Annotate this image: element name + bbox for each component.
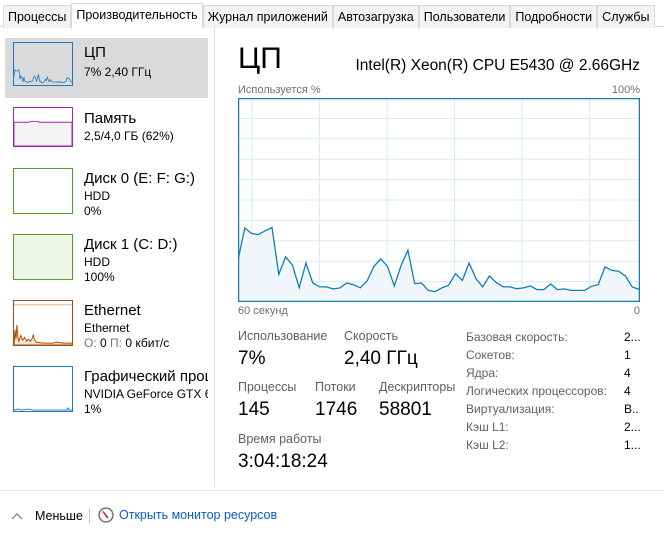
usage-label: Использование [238,329,328,343]
cpu-thumb-line [14,68,72,84]
processes-value: 145 [238,399,270,420]
sidebar-item-sub: Ethernet [84,321,130,335]
receive-value: 0 кбит/с [121,336,170,350]
cpu-model: Intel(R) Xeon(R) CPU E5430 @ 2.66GHz [355,57,640,74]
tab-bar: Процессы Производительность Журнал прило… [0,0,664,28]
spec-value: 1 [624,348,631,362]
sidebar-item-label: Диск 0 (E: F: G:) [84,170,195,187]
chevron-up-icon [11,513,23,520]
spec-key: Ядра: [466,366,499,380]
resource-monitor-label: Открыть монитор ресурсов [119,508,278,522]
tab-app-history[interactable]: Журнал приложений [202,5,333,28]
graph-right-label: 0 [633,305,640,317]
open-resource-monitor-link[interactable]: Открыть монитор ресурсов [98,507,277,523]
sidebar-item-sub: HDD [84,255,110,269]
uptime-value: 3:04:18:24 [238,451,328,472]
spec-value: 4 [624,384,631,398]
divider [89,508,90,524]
spec-key: Кэш L1: [466,420,509,434]
sidebar-item-label: ЦП [84,44,106,61]
tab-performance[interactable]: Производительность [71,3,203,28]
send-label: О: [84,336,97,350]
resource-monitor-icon [98,507,114,523]
graph-y-label: Используется % [238,84,321,96]
spec-value: 2... [624,420,641,434]
spec-value: 1... [624,438,641,452]
cpu-usage-chart [238,98,640,302]
sidebar: ЦП 7% 2,40 ГГц Память 2,5/4,0 ГБ (62%) Д… [0,27,215,487]
spec-key: Сокетов: [466,348,515,362]
receive-label: П: [110,336,122,350]
processes-label: Процессы [238,380,297,394]
send-value: 0 [96,336,111,350]
sidebar-item-label: Диск 1 (C: D:) [84,236,178,253]
uptime-label: Время работы [238,432,322,446]
sidebar-item-cpu[interactable]: ЦП 7% 2,40 ГГц [5,38,208,98]
sidebar-item-label: Память [84,110,137,127]
sidebar-item-sub: 1% [84,402,102,416]
fewer-details-label: Меньше [35,509,83,523]
graph-left-label: 60 секунд [238,305,288,317]
speed-value: 2,40 ГГц [344,348,418,369]
speed-label: Скорость [344,329,398,343]
sidebar-item-sub: 7% 2,40 ГГц [84,65,152,79]
sidebar-item-memory[interactable]: Память 2,5/4,0 ГБ (62%) [5,104,208,164]
sidebar-item-label: Ethernet [84,302,141,319]
handles-value: 58801 [379,399,432,420]
sidebar-item-sub: NVIDIA GeForce GTX 650 [84,387,208,401]
tab-users[interactable]: Пользователи [418,5,511,28]
spec-value: 2... [624,330,641,344]
spec-value: 4 [624,366,631,380]
sidebar-item-sub: 0% [84,204,102,218]
graph-max-label: 100% [611,84,640,96]
tab-startup[interactable]: Автозагрузка [332,5,419,28]
sidebar-item-sub: 2,5/4,0 ГБ (62%) [84,129,174,143]
memory-thumbnail [13,107,73,147]
spec-key: Кэш L2: [466,438,509,452]
fewer-details-button[interactable]: Меньше [11,509,83,523]
disk0-thumbnail [13,168,73,214]
sidebar-item-disk1[interactable]: Диск 1 (C: D:) HDD 100% [5,230,208,290]
spec-key: Виртуализация: [466,402,555,416]
handles-label: Дескрипторы [379,380,456,394]
tab-details[interactable]: Подробности [510,5,598,28]
sidebar-item-sub: HDD [84,189,110,203]
usage-value: 7% [238,348,266,369]
footer: Меньше Открыть монитор ресурсов [0,490,664,541]
threads-value: 1746 [315,399,358,420]
spec-key: Логических процессоров: [466,384,607,398]
spec-value: В.. [624,402,639,416]
page-title: ЦП [238,42,282,75]
gpu-thumbnail [13,366,73,412]
cpu-thumbnail [13,42,73,86]
disk1-thumbnail [13,234,73,280]
sidebar-item-gpu[interactable]: Графический процессор 0 NVIDIA GeForce G… [5,362,208,422]
sidebar-item-sub: О: 0 П: 0 кбит/с [84,336,169,350]
sidebar-item-disk0[interactable]: Диск 0 (E: F: G:) HDD 0% [5,164,208,224]
sidebar-item-ethernet[interactable]: Ethernet Ethernet О: 0 П: 0 кбит/с [5,296,208,356]
sidebar-item-label: Графический процессор 0 [84,368,208,385]
tab-processes[interactable]: Процессы [3,5,72,28]
spec-key: Базовая скорость: [466,330,568,344]
sidebar-item-sub: 100% [84,270,115,284]
tab-services[interactable]: Службы [597,5,655,28]
threads-label: Потоки [315,380,356,394]
ethernet-thumbnail [13,300,73,346]
